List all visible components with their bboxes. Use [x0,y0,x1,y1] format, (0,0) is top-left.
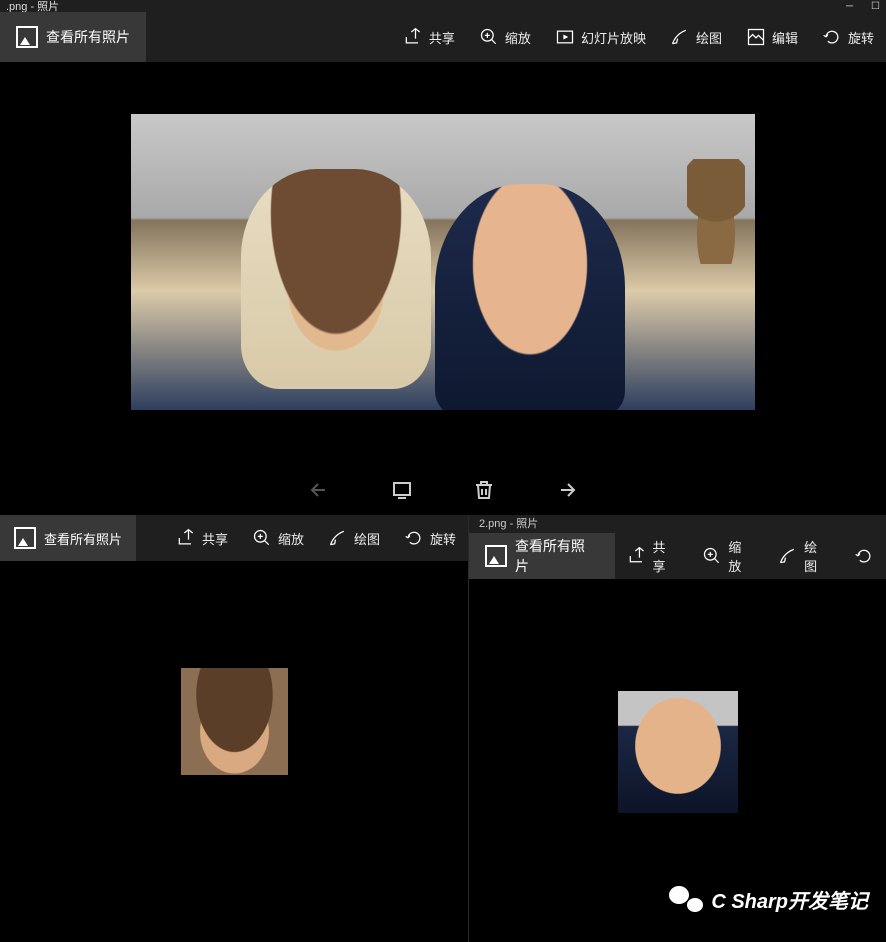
share-icon [176,528,196,548]
toolbar: 查看所有照片 共享 缩放 幻灯片放映 绘图 编辑 [0,12,886,62]
edit-icon [746,27,766,47]
rotate-button[interactable] [842,533,886,579]
photo-icon [14,527,36,549]
add-to-album-button[interactable] [386,474,418,506]
draw-label: 绘图 [354,529,380,548]
draw-button[interactable]: 绘图 [658,12,734,62]
magnify-plus-icon [252,528,272,548]
rotate-icon [854,546,874,566]
magnify-plus-icon [479,27,499,47]
slideshow-button[interactable]: 幻灯片放映 [543,12,658,62]
previous-button [304,474,336,506]
maximize-button[interactable]: ☐ [871,1,880,12]
share-button[interactable]: 共享 [164,515,240,561]
edit-label: 编辑 [772,28,798,47]
view-all-photos-button[interactable]: 查看所有照片 [0,12,146,62]
delete-button[interactable] [468,474,500,506]
magnify-plus-icon [702,546,722,566]
window-title: 2.png - 照片 [479,515,538,531]
draw-button[interactable]: 绘图 [316,515,392,561]
image-content [241,169,431,389]
arrow-right-icon [554,478,578,502]
view-all-photos-button[interactable]: 查看所有照片 [0,515,136,561]
share-button[interactable]: 共享 [615,533,691,579]
share-label: 共享 [202,529,228,548]
draw-label: 绘图 [804,537,830,575]
album-icon [390,478,414,502]
rotate-button[interactable]: 旋转 [810,12,886,62]
wechat-icon [669,884,703,914]
zoom-button[interactable]: 缩放 [690,533,766,579]
share-label: 共享 [429,28,455,47]
share-label: 共享 [653,537,679,575]
pen-icon [328,528,348,548]
rotate-icon [404,528,424,548]
photos-window-crop2: 2.png - 照片 查看所有照片 共享 缩放 绘图 [468,515,886,942]
watermark-text: C Sharp开发笔记 [711,885,868,914]
photo-icon [485,545,507,567]
view-all-photos-button[interactable]: 查看所有照片 [469,533,615,579]
view-all-label: 查看所有照片 [46,27,130,47]
zoom-button[interactable]: 缩放 [467,12,543,62]
photos-window-crop1: 查看所有照片 共享 缩放 绘图 旋转 [0,515,468,942]
minimize-button[interactable]: ─ [846,1,853,12]
arrow-left-icon [308,478,332,502]
share-button[interactable]: 共享 [391,12,467,62]
titlebar[interactable]: 2.png - 照片 [469,515,886,533]
pen-icon [778,546,798,566]
toolbar: 查看所有照片 共享 缩放 绘图 旋转 [0,515,468,561]
bottom-controls [0,462,886,517]
trash-icon [472,478,496,502]
image-viewport[interactable] [0,62,886,462]
rotate-button[interactable]: 旋转 [392,515,468,561]
image-viewport[interactable] [0,561,468,941]
pen-icon [670,27,690,47]
window-controls: ─ ☐ [846,1,880,12]
draw-button[interactable]: 绘图 [766,533,842,579]
watermark: C Sharp开发笔记 [669,884,868,914]
zoom-label: 缩放 [278,529,304,548]
slideshow-label: 幻灯片放映 [581,28,646,47]
zoom-label: 缩放 [728,537,754,575]
rotate-label: 旋转 [848,28,874,47]
toolbar: 查看所有照片 共享 缩放 绘图 [469,533,886,579]
zoom-button[interactable]: 缩放 [240,515,316,561]
displayed-image [181,668,288,775]
photo-icon [16,26,38,48]
photos-window-main: .png - 照片 ─ ☐ 查看所有照片 共享 缩放 幻灯片放映 [0,0,886,515]
view-all-label: 查看所有照片 [44,529,122,548]
slideshow-icon [555,27,575,47]
share-icon [627,546,647,566]
edit-button[interactable]: 编辑 [734,12,810,62]
share-icon [403,27,423,47]
displayed-image [618,691,738,813]
image-content [435,184,625,410]
zoom-label: 缩放 [505,28,531,47]
draw-label: 绘图 [696,28,722,47]
titlebar[interactable]: .png - 照片 ─ ☐ [0,0,886,12]
rotate-label: 旋转 [430,529,456,548]
view-all-label: 查看所有照片 [515,536,599,576]
next-button[interactable] [550,474,582,506]
rotate-icon [822,27,842,47]
displayed-image [131,114,755,410]
